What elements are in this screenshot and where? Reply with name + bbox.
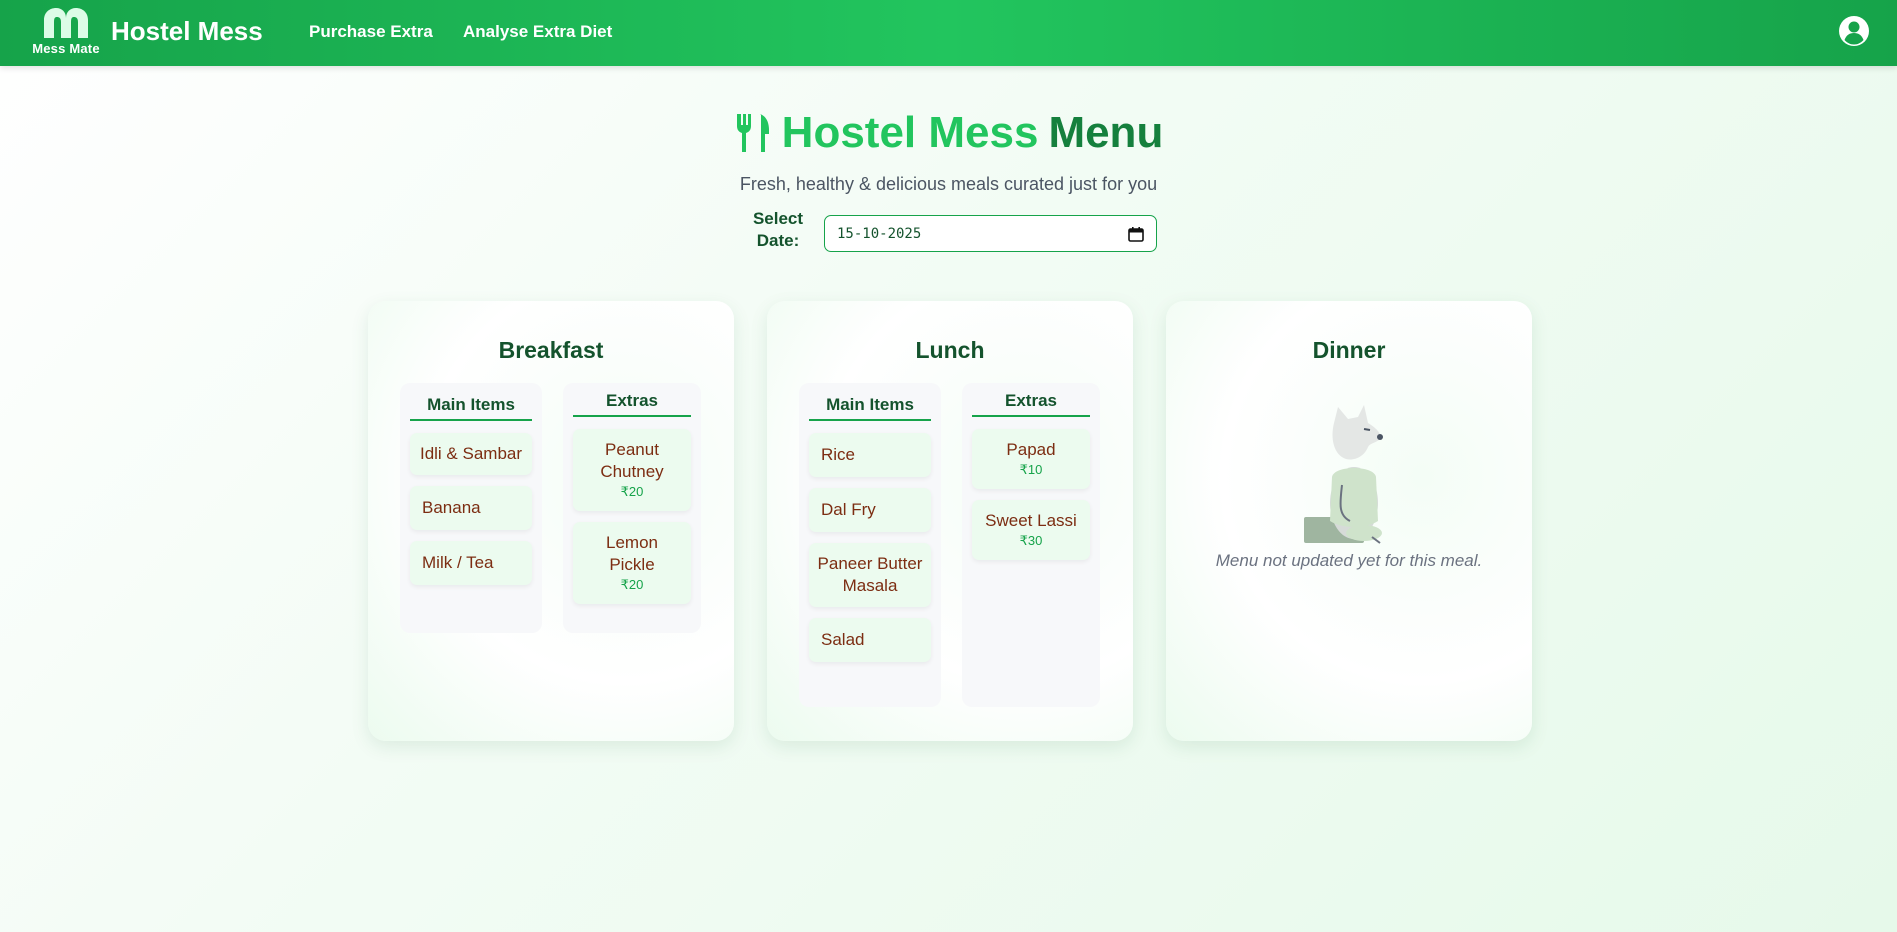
- list-item[interactable]: Idli & Sambar: [410, 433, 532, 475]
- nav-purchase-extra[interactable]: Purchase Extra: [309, 22, 433, 42]
- list-item[interactable]: Milk / Tea: [410, 541, 532, 585]
- dinner-title: Dinner: [1312, 337, 1386, 363]
- page-subtitle: Fresh, healthy & delicious meals curated…: [739, 174, 1158, 194]
- extra-price: ₹20: [620, 577, 644, 592]
- calendar-icon[interactable]: [1128, 226, 1144, 242]
- main-items-heading: Main Items: [410, 391, 532, 421]
- lunch-card: Lunch Main Items Rice Dal Fry Paneer But…: [767, 301, 1133, 741]
- extra-item[interactable]: Papad ₹10: [972, 429, 1090, 489]
- breakfast-title: Breakfast: [498, 337, 604, 363]
- nav-analyse-extra-diet[interactable]: Analyse Extra Diet: [463, 22, 612, 42]
- breakfast-card: Breakfast Main Items Idli & Sambar Banan…: [368, 301, 734, 741]
- title-menu: Menu: [1048, 108, 1164, 157]
- dinner-card: Dinner Menu not updated yet for this mea…: [1166, 301, 1532, 741]
- brand-title[interactable]: Hostel Mess: [111, 16, 263, 47]
- title-hostel-mess: Hostel Mess: [781, 108, 1039, 157]
- extra-item[interactable]: Peanut Chutney ₹20: [573, 429, 691, 511]
- date-label: Select Date:: [752, 209, 804, 250]
- list-item[interactable]: Salad: [809, 618, 931, 662]
- list-item[interactable]: Dal Fry: [809, 488, 931, 532]
- page-title: Hostel Mess Menu: [0, 108, 1897, 158]
- navbar: Mess Mate Hostel Mess Purchase Extra Ana…: [0, 0, 1897, 66]
- main-items-heading: Main Items: [809, 391, 931, 421]
- extra-price: ₹30: [1019, 533, 1043, 548]
- extra-price: ₹10: [1019, 462, 1043, 477]
- extra-price: ₹20: [620, 484, 644, 499]
- extra-item[interactable]: Sweet Lassi ₹30: [972, 500, 1090, 560]
- list-item[interactable]: Rice: [809, 433, 931, 477]
- user-circle-icon[interactable]: [1838, 15, 1870, 47]
- empty-state-message: Menu not updated yet for this meal.: [1215, 551, 1483, 570]
- mess-mate-logo[interactable]: Mess Mate: [28, 6, 104, 62]
- lunch-main-column: Main Items Rice Dal Fry Paneer Butter Ma…: [799, 383, 941, 707]
- extras-heading: Extras: [972, 391, 1090, 417]
- extra-item[interactable]: Lemon Pickle ₹20: [573, 522, 691, 604]
- fork-knife-icon: [736, 114, 769, 152]
- date-value: 15-10-2025: [837, 225, 922, 242]
- lunch-extras-column: Extras Papad ₹10 Sweet Lassi ₹30: [962, 383, 1100, 707]
- extra-name: Peanut Chutney: [600, 440, 664, 481]
- lunch-title: Lunch: [915, 337, 985, 363]
- sitting-wolf-icon: [1304, 405, 1383, 544]
- logo-caption: Mess Mate: [32, 41, 100, 56]
- date-picker-input[interactable]: 15-10-2025: [824, 215, 1157, 252]
- logo-m-icon: [44, 8, 88, 38]
- extra-name: Lemon Pickle: [606, 533, 658, 574]
- extras-heading: Extras: [573, 391, 691, 417]
- breakfast-extras-column: Extras Peanut Chutney ₹20 Lemon Pickle ₹…: [563, 383, 701, 633]
- breakfast-main-column: Main Items Idli & Sambar Banana Milk / T…: [400, 383, 542, 633]
- empty-state-illustration: [1166, 403, 1532, 552]
- extra-name: Papad: [1006, 440, 1056, 459]
- extra-name: Sweet Lassi: [985, 511, 1077, 530]
- list-item[interactable]: Paneer Butter Masala: [809, 543, 931, 607]
- list-item[interactable]: Banana: [410, 486, 532, 530]
